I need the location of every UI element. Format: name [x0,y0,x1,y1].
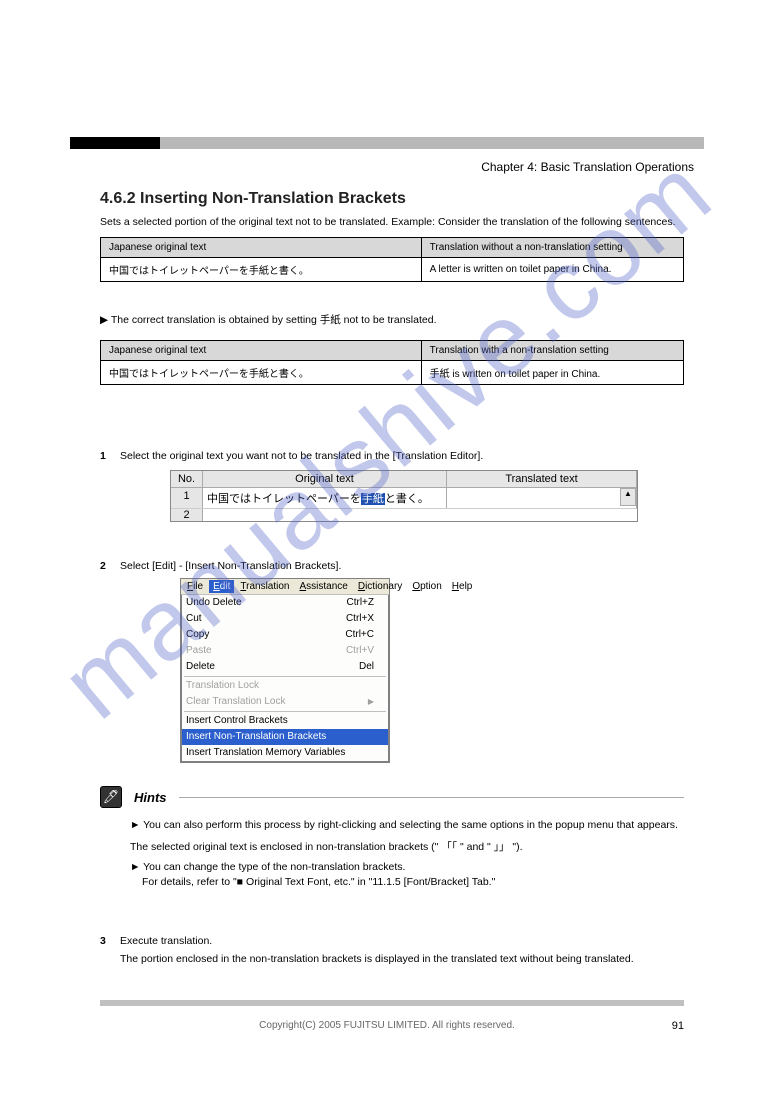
hints-icon: 🖊 [100,786,122,808]
step-text: Select the original text you want not to… [120,450,483,462]
scroll-up-button[interactable]: ▲ [620,488,636,506]
header-rule [70,137,704,149]
table-header: Translation without a non-translation se… [421,238,683,258]
menu-delete[interactable]: DeleteDel [182,659,388,675]
menu-translation-lock: Translation Lock [182,678,388,694]
menu-dictionary[interactable]: Dictionary [354,580,406,593]
example-table-1: Japanese original textTranslation withou… [100,237,684,282]
step-number: 1 [100,450,106,462]
table-header: Japanese original text [101,238,422,258]
table-cell: A letter is written on toilet paper in C… [421,258,683,282]
text-run: 中国ではトイレットペーパーを [207,493,361,505]
menu-clear-translation-lock: Clear Translation Lock▶ [182,694,388,710]
menu-copy[interactable]: CopyCtrl+C [182,627,388,643]
submenu-arrow-icon: ▶ [368,695,374,709]
menu-bar: File Edit Translation Assistance Diction… [181,579,389,595]
grid-col-translated: Translated text [447,471,637,487]
menu-file[interactable]: File [183,580,207,593]
footer-copyright: Copyright(C) 2005 FUJITSU LIMITED. All r… [0,1020,774,1031]
hints-label: Hints [128,790,173,805]
footer-rule [100,1000,684,1006]
menu-cut[interactable]: CutCtrl+X [182,611,388,627]
grid-col-original: Original text [203,471,447,487]
step-number: 3 [100,935,106,947]
hints-line: ► You can also perform this process by r… [130,818,684,834]
chapter-label: Chapter 4: Basic Translation Operations [481,160,694,174]
translation-editor-grid: No. Original text Translated text 1 中国では… [170,470,638,522]
page-number: 91 [672,1020,684,1032]
step-number: 2 [100,560,106,572]
menu-separator [184,711,386,712]
menu-help[interactable]: Help [448,580,477,593]
menu-edit[interactable]: Edit [209,580,234,593]
grid-row-number: 2 [171,509,203,521]
step-text: Select [Edit] - [Insert Non-Translation … [120,560,341,572]
menu-paste: PasteCtrl+V [182,643,388,659]
table-cell: 中国ではトイレットペーパーを手紙と書く。 [101,361,422,385]
step-title: Execute translation. [120,935,212,947]
menu-insert-non-translation-brackets[interactable]: Insert Non-Translation Brackets [182,729,388,745]
grid-translated-cell[interactable]: ▲ [447,488,637,508]
hints-body: ► You can also perform this process by r… [130,818,684,891]
menu-translation[interactable]: Translation [236,580,293,593]
menu-assistance[interactable]: Assistance [295,580,351,593]
example-table-2: Japanese original textTranslation with a… [100,340,684,385]
table-cell: 中国ではトイレットペーパーを手紙と書く。 [101,258,422,282]
intro-text: Sets a selected portion of the original … [100,215,684,230]
edit-menu-screenshot: File Edit Translation Assistance Diction… [180,578,390,763]
section-title: 4.6.2 Inserting Non-Translation Brackets [100,190,406,208]
table-header: Japanese original text [101,341,422,361]
menu-option[interactable]: Option [408,580,445,593]
hints-line: ► You can change the type of the non-tra… [130,860,684,876]
grid-row-number: 1 [171,488,203,508]
menu-separator [184,676,386,677]
angle-note: ▶ The correct translation is obtained by… [100,312,437,327]
text-run: と書く。 [385,493,429,505]
hints-line: The selected original text is enclosed i… [130,840,684,856]
hints-line: For details, refer to "■ Original Text F… [130,875,684,891]
edit-menu-panel: Undo DeleteCtrl+Z CutCtrl+X CopyCtrl+C P… [181,595,389,762]
menu-insert-tm-variables[interactable]: Insert Translation Memory Variables [182,745,388,761]
selected-text: 手紙 [361,493,385,505]
menu-insert-control-brackets[interactable]: Insert Control Brackets [182,713,388,729]
grid-original-cell[interactable]: 中国ではトイレットペーパーを手紙と書く。 [203,488,447,508]
table-cell: 手紙 is written on toilet paper in China. [421,361,683,385]
step-detail: The portion enclosed in the non-translat… [120,953,684,965]
menu-undo-delete[interactable]: Undo DeleteCtrl+Z [182,595,388,611]
hints-header: 🖊 Hints [100,786,684,808]
table-header: Translation with a non-translation setti… [421,341,683,361]
grid-col-no: No. [171,471,203,487]
